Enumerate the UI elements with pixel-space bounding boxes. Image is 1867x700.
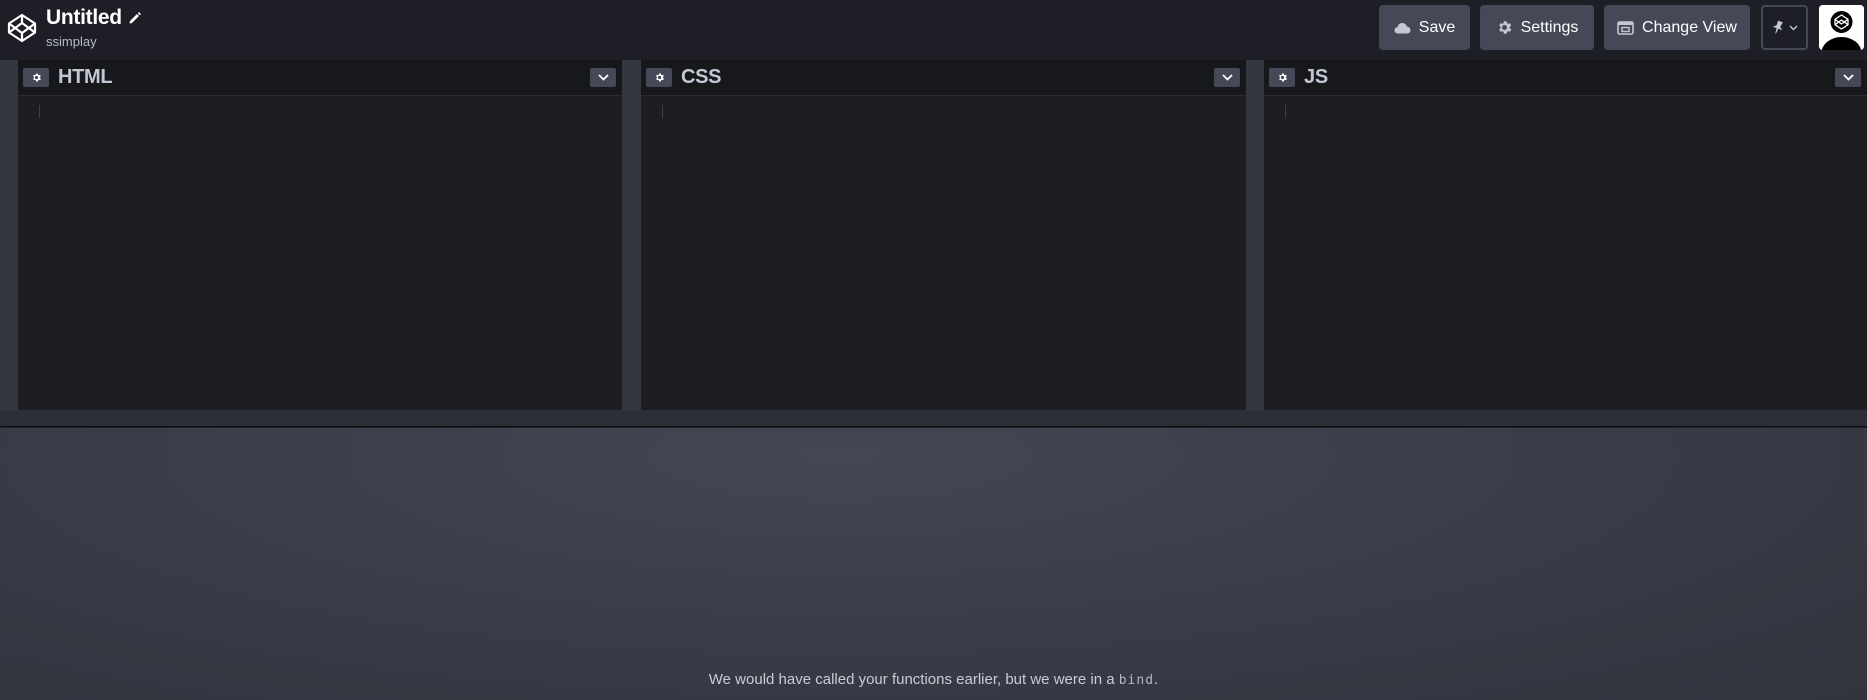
- css-editor-title: CSS: [681, 66, 722, 88]
- pen-title-text[interactable]: Untitled: [46, 6, 122, 30]
- html-editor-header: HTML: [18, 60, 622, 96]
- css-editor-header: CSS: [641, 60, 1246, 96]
- html-editor: HTML: [18, 60, 622, 410]
- css-editor-dropdown[interactable]: [1214, 68, 1240, 87]
- css-settings-button[interactable]: [646, 68, 672, 87]
- gear-icon: [1278, 73, 1287, 82]
- cloud-icon: [1394, 22, 1411, 33]
- css-code-area[interactable]: [641, 96, 1246, 409]
- preview-message-end: .: [1154, 671, 1159, 688]
- gear-icon: [655, 73, 664, 82]
- editor-panes: HTML CSS JS: [0, 60, 1867, 410]
- change-view-button-label: Change View: [1642, 18, 1737, 36]
- text-cursor: [1285, 105, 1286, 118]
- username-link[interactable]: ssimplay: [46, 34, 142, 49]
- pin-icon: [1772, 20, 1783, 34]
- js-settings-button[interactable]: [1269, 68, 1295, 87]
- chevron-down-icon: [1789, 25, 1798, 30]
- pen-title-block: Untitled ssimplay: [46, 6, 142, 49]
- save-button[interactable]: Save: [1379, 5, 1470, 50]
- js-code-area[interactable]: [1264, 96, 1867, 409]
- avatar-image-icon: [1819, 5, 1864, 50]
- html-editor-title: HTML: [58, 66, 113, 88]
- preview-message: We would have called your functions earl…: [0, 671, 1867, 688]
- preview-message-code: bind: [1118, 673, 1155, 688]
- gear-icon: [32, 73, 41, 82]
- gear-icon: [1498, 21, 1511, 34]
- js-editor-title: JS: [1304, 66, 1328, 88]
- preview-pane: We would have called your functions earl…: [0, 428, 1867, 700]
- top-header: Untitled ssimplay Save Settings Change V…: [0, 0, 1867, 60]
- chevron-down-icon: [1842, 74, 1854, 81]
- resize-handle[interactable]: [0, 410, 1867, 427]
- js-editor-dropdown[interactable]: [1835, 68, 1861, 87]
- user-avatar[interactable]: [1819, 5, 1864, 50]
- layout-icon: [1617, 20, 1634, 35]
- change-view-button[interactable]: Change View: [1604, 5, 1750, 50]
- codepen-logo-icon[interactable]: [6, 12, 38, 44]
- chevron-down-icon: [597, 74, 609, 81]
- text-cursor: [662, 105, 663, 118]
- js-editor: JS: [1264, 60, 1867, 410]
- html-settings-button[interactable]: [23, 68, 49, 87]
- pin-button[interactable]: [1761, 5, 1808, 50]
- html-code-area[interactable]: [18, 96, 622, 409]
- js-editor-header: JS: [1264, 60, 1867, 96]
- save-button-label: Save: [1418, 18, 1456, 36]
- settings-button-label: Settings: [1520, 18, 1579, 36]
- pencil-icon[interactable]: [128, 11, 142, 25]
- chevron-down-icon: [1221, 74, 1233, 81]
- css-editor: CSS: [641, 60, 1246, 410]
- pen-title[interactable]: Untitled: [46, 6, 142, 30]
- settings-button[interactable]: Settings: [1480, 5, 1594, 50]
- html-editor-dropdown[interactable]: [590, 68, 616, 87]
- text-cursor: [39, 105, 40, 118]
- preview-message-text: We would have called your functions earl…: [708, 671, 1119, 688]
